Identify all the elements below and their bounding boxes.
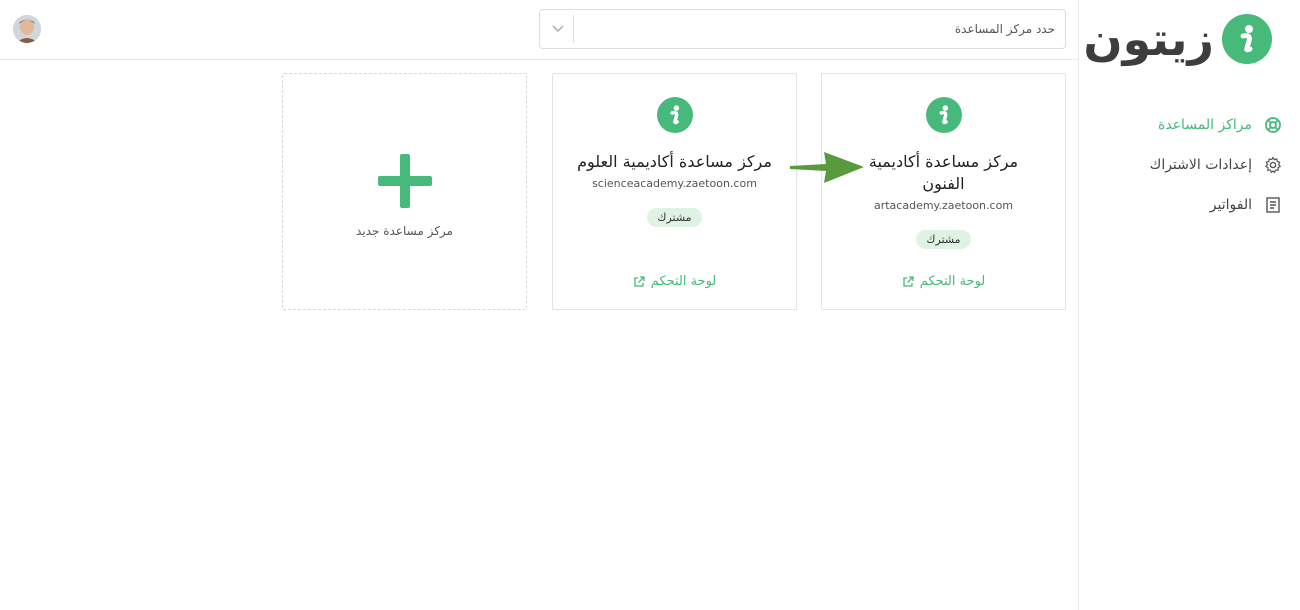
help-center-title: مركز مساعدة أكاديمية العلوم — [577, 152, 772, 171]
help-center-card-science[interactable]: مركز مساعدة أكاديمية العلوم scienceacade… — [552, 73, 797, 310]
sidebar-item-label: إعدادات الاشتراك — [1149, 157, 1252, 173]
sidebar-item-label: مراكز المساعدة — [1158, 117, 1252, 133]
external-link-icon — [634, 275, 645, 287]
user-avatar[interactable] — [13, 15, 41, 43]
lifebuoy-icon — [1265, 117, 1281, 133]
dashboard-link-label: لوحة التحكم — [919, 274, 986, 289]
dashboard-link[interactable]: لوحة التحكم — [553, 274, 796, 289]
dashboard-link-label: لوحة التحكم — [650, 274, 717, 289]
sidebar-item-subscription-settings[interactable]: إعدادات الاشتراك — [1078, 145, 1300, 185]
status-badge: مشترك — [916, 230, 971, 249]
sidebar-item-invoices[interactable]: الفواتير — [1078, 185, 1300, 225]
new-help-center-label: مركز مساعدة جديد — [356, 224, 453, 238]
help-center-card-art[interactable]: مركز مساعدة أكاديمية الفنون artacademy.z… — [821, 73, 1066, 310]
status-badge: مشترك — [647, 208, 702, 227]
top-bar: حدد مركز المساعدة — [0, 0, 1078, 60]
receipt-icon — [1266, 197, 1280, 213]
select-placeholder: حدد مركز المساعدة — [954, 22, 1055, 36]
chevron-down-icon — [542, 15, 574, 43]
logo-text: زيتون — [1083, 12, 1215, 66]
sidebar: زيتون مراكز المساعدة إعدادات الاشتراك ال… — [1078, 0, 1300, 610]
sidebar-item-label: الفواتير — [1209, 197, 1252, 213]
brand-logo[interactable]: زيتون — [1083, 14, 1272, 64]
sidebar-item-help-centers[interactable]: مراكز المساعدة — [1078, 105, 1300, 145]
help-center-logo-icon — [656, 97, 693, 133]
new-help-center-card[interactable]: مركز مساعدة جديد — [282, 73, 527, 310]
gear-icon — [1264, 156, 1282, 174]
sidebar-nav: مراكز المساعدة إعدادات الاشتراك الفواتير — [1078, 105, 1300, 225]
plus-icon — [378, 154, 432, 208]
external-link-icon — [903, 275, 914, 287]
help-center-logo-icon — [925, 97, 962, 133]
help-center-select[interactable]: حدد مركز المساعدة — [539, 9, 1066, 49]
logo-mark-icon — [1222, 14, 1272, 64]
help-center-domain: scienceacademy.zaetoon.com — [592, 177, 757, 190]
help-center-domain: artacademy.zaetoon.com — [873, 199, 1014, 212]
dashboard-link[interactable]: لوحة التحكم — [822, 274, 1065, 289]
annotation-arrow-icon — [790, 152, 864, 183]
